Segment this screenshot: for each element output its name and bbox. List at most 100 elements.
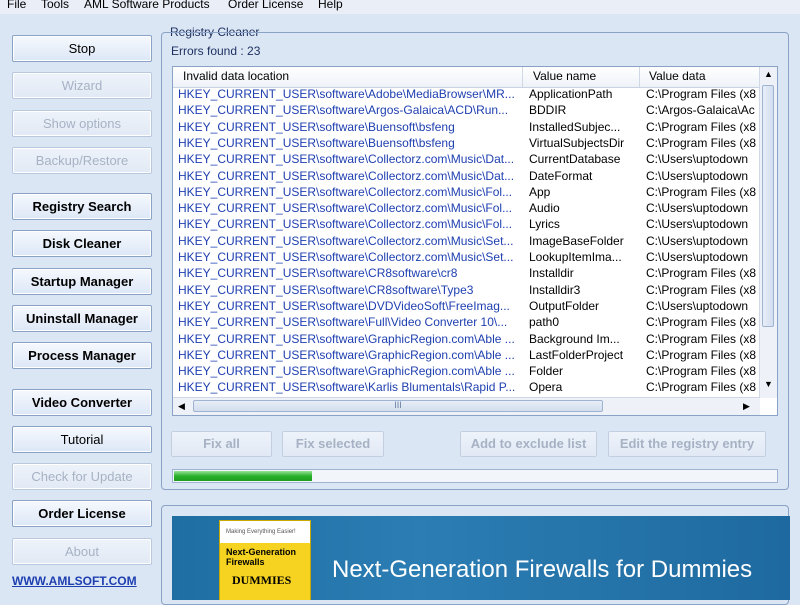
cell-location: HKEY_CURRENT_USER\software\DVDVideoSoft\… [178, 298, 510, 313]
table-row[interactable]: HKEY_CURRENT_USER\software\Collectorz.co… [173, 169, 760, 185]
cell-value-name: VirtualSubjectsDir [529, 135, 625, 150]
table-row[interactable]: HKEY_CURRENT_USER\software\Buensoft\bsfe… [173, 120, 760, 136]
sidebar-button-tutorial[interactable]: Tutorial [12, 426, 152, 453]
cell-value-data: C:\Program Files (x8 [646, 87, 757, 101]
cell-value-name: DateFormat [529, 168, 593, 183]
table-row[interactable]: HKEY_CURRENT_USER\software\Collectorz.co… [173, 217, 760, 233]
column-header-location[interactable]: Invalid data location [183, 69, 289, 83]
sidebar-button-stop[interactable]: Stop [12, 35, 152, 62]
table-row[interactable]: HKEY_CURRENT_USER\software\GraphicRegion… [173, 348, 760, 364]
cell-value-data: C:\Users\uptodown [646, 250, 749, 264]
book-cover-image: Making Everything Easier! Next-Generatio… [219, 520, 311, 600]
cell-value-name: path0 [529, 315, 560, 330]
sidebar-button-wizard[interactable]: Wizard [12, 72, 152, 99]
cell-location: HKEY_CURRENT_USER\software\Collectorz.co… [178, 168, 515, 183]
cell-value-data: C:\Users\uptodown [646, 298, 749, 313]
table-row[interactable]: HKEY_CURRENT_USER\software\Argos-Galaica… [173, 103, 760, 119]
cell-value-data: C:\Program Files (x8 [646, 315, 757, 330]
sidebar-button-show-options[interactable]: Show options [12, 110, 152, 137]
table-row[interactable]: HKEY_CURRENT_USER\software\Full\Video Co… [173, 315, 760, 331]
fix-all-button[interactable]: Fix all [171, 431, 272, 457]
table-row[interactable]: HKEY_CURRENT_USER\software\Karlis Blumen… [173, 380, 760, 396]
column-header-value-data[interactable]: Value data [649, 69, 706, 83]
cell-value-name: LastFolderProject [529, 347, 624, 362]
sidebar-button-registry-search[interactable]: Registry Search [12, 193, 152, 220]
scroll-left-arrow-icon[interactable]: ◀ [178, 401, 185, 412]
cell-value-name: Folder [529, 364, 564, 379]
cell-value-name: ImageBaseFolder [529, 233, 624, 248]
table-row[interactable]: HKEY_CURRENT_USER\software\GraphicRegion… [173, 332, 760, 348]
table-rows: HKEY_CURRENT_USER\software\Adobe\MediaBr… [173, 87, 760, 398]
edit-registry-entry-button[interactable]: Edit the registry entry [608, 431, 766, 457]
sidebar-button-startup-manager[interactable]: Startup Manager [12, 268, 152, 295]
menu-help[interactable]: Help [318, 0, 343, 11]
sidebar-button-about[interactable]: About [12, 538, 152, 565]
vertical-scroll-thumb[interactable] [762, 85, 774, 327]
table-row[interactable]: HKEY_CURRENT_USER\software\Collectorz.co… [173, 152, 760, 168]
menu-aml-software-products[interactable]: AML Software Products [84, 0, 210, 11]
vertical-scrollbar[interactable]: ▲ ▼ [759, 67, 777, 398]
menu-file[interactable]: File [7, 0, 26, 11]
column-separator[interactable] [522, 67, 523, 87]
table-row[interactable]: HKEY_CURRENT_USER\software\GraphicRegion… [173, 364, 760, 380]
cell-value-data: C:\Program Files (x8 [646, 364, 757, 379]
cell-value-name: LookupItemIma... [529, 250, 622, 264]
cell-location: HKEY_CURRENT_USER\software\Collectorz.co… [178, 152, 515, 167]
cell-value-data: C:\Users\uptodown [646, 152, 749, 167]
cell-value-name: Audio [529, 201, 560, 216]
cell-value-name: Installdir3 [529, 282, 581, 297]
sidebar-button-check-for-update[interactable]: Check for Update [12, 463, 152, 490]
sidebar-button-backup-restore[interactable]: Backup/Restore [12, 147, 152, 174]
horizontal-scroll-thumb[interactable]: III [193, 400, 603, 412]
scroll-down-arrow-icon[interactable]: ▼ [764, 379, 773, 389]
cell-location: HKEY_CURRENT_USER\software\Collectorz.co… [178, 233, 514, 248]
cell-location: HKEY_CURRENT_USER\software\Collectorz.co… [178, 201, 513, 216]
results-table: Invalid data location Value name Value d… [172, 66, 778, 416]
cell-value-name: BDDIR [529, 103, 567, 118]
menu-bar: File Tools AML Software Products Order L… [0, 0, 800, 14]
sidebar-button-uninstall-manager[interactable]: Uninstall Manager [12, 305, 152, 332]
ad-banner[interactable]: Making Everything Easier! Next-Generatio… [172, 516, 790, 600]
ad-banner-text: Next-Generation Firewalls for Dummies [332, 556, 753, 583]
sidebar-button-process-manager[interactable]: Process Manager [12, 342, 152, 369]
cell-value-data: C:\Program Files (x8 [646, 347, 757, 362]
table-row[interactable]: HKEY_CURRENT_USER\software\Collectorz.co… [173, 250, 760, 266]
fix-selected-button[interactable]: Fix selected [282, 431, 384, 457]
cell-value-name: CurrentDatabase [529, 152, 621, 167]
scroll-right-arrow-icon[interactable]: ▶ [743, 401, 750, 412]
table-row[interactable]: HKEY_CURRENT_USER\software\DVDVideoSoft\… [173, 299, 760, 315]
table-row[interactable]: HKEY_CURRENT_USER\software\Collectorz.co… [173, 201, 760, 217]
website-link[interactable]: WWW.AMLSOFT.COM [12, 574, 137, 588]
column-separator[interactable] [639, 67, 640, 87]
cell-value-data: C:\Users\uptodown [646, 168, 749, 183]
book-tagline: Making Everything Easier! [226, 529, 296, 535]
table-row[interactable]: HKEY_CURRENT_USER\software\CR8software\c… [173, 266, 760, 282]
cell-location: HKEY_CURRENT_USER\software\GraphicRegion… [178, 364, 515, 379]
progress-fill [174, 471, 313, 481]
sidebar-button-order-license[interactable]: Order License [12, 500, 152, 527]
menu-tools[interactable]: Tools [41, 0, 69, 11]
cell-location: HKEY_CURRENT_USER\software\Karlis Blumen… [178, 380, 516, 395]
table-row[interactable]: HKEY_CURRENT_USER\software\Collectorz.co… [173, 234, 760, 250]
cell-location: HKEY_CURRENT_USER\software\Buensoft\bsfe… [178, 135, 455, 150]
horizontal-scrollbar[interactable]: ◀ III ▶ [173, 397, 760, 415]
cell-value-name: Background Im... [529, 331, 620, 346]
sidebar-button-disk-cleaner[interactable]: Disk Cleaner [12, 230, 152, 257]
cell-location: HKEY_CURRENT_USER\software\Buensoft\bsfe… [178, 119, 455, 134]
book-brand: DUMMIES [232, 573, 292, 587]
table-row[interactable]: HKEY_CURRENT_USER\software\Collectorz.co… [173, 185, 760, 201]
scroll-up-arrow-icon[interactable]: ▲ [764, 69, 773, 79]
cell-location: HKEY_CURRENT_USER\software\CR8software\c… [178, 266, 458, 281]
column-header-value-name[interactable]: Value name [533, 69, 596, 83]
table-row[interactable]: HKEY_CURRENT_USER\software\Adobe\MediaBr… [173, 87, 760, 103]
sidebar-button-video-converter[interactable]: Video Converter [12, 389, 152, 416]
menu-order-license[interactable]: Order License [228, 0, 303, 11]
book-title-line1: Next-Generation [226, 547, 297, 557]
cell-value-data: C:\Program Files (x8 [646, 380, 757, 395]
table-row[interactable]: HKEY_CURRENT_USER\software\CR8software\T… [173, 283, 760, 299]
cell-value-data: C:\Users\uptodown [646, 201, 749, 216]
cell-value-data: C:\Program Files (x8 [646, 331, 757, 346]
table-row[interactable]: HKEY_CURRENT_USER\software\Buensoft\bsfe… [173, 136, 760, 152]
cell-value-name: Opera [529, 380, 563, 395]
add-to-exclude-list-button[interactable]: Add to exclude list [460, 431, 597, 457]
